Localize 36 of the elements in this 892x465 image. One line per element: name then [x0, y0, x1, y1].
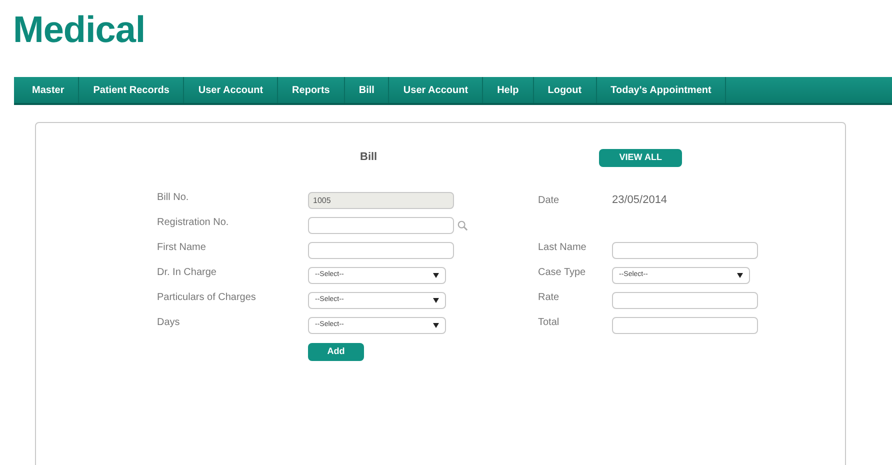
- field-label: Particulars of Charges: [157, 291, 257, 305]
- input-field[interactable]: [308, 242, 454, 259]
- field-label: Last Name: [538, 241, 588, 255]
- input-field[interactable]: [612, 317, 758, 334]
- nav-item[interactable]: Master: [18, 77, 80, 103]
- field-label: Days: [157, 316, 181, 330]
- input-field[interactable]: [612, 292, 758, 309]
- nav-item[interactable]: Help: [483, 77, 534, 103]
- date-value: 23/05/2014: [612, 193, 668, 208]
- nav-item[interactable]: Logout: [534, 77, 597, 103]
- add-button[interactable]: Add: [308, 342, 364, 361]
- nav-item[interactable]: Patient Records: [79, 77, 184, 103]
- bill-number-field[interactable]: 1005: [308, 192, 454, 209]
- form-title: Bill: [360, 150, 378, 166]
- nav-item[interactable]: Reports: [278, 77, 345, 103]
- nav-item[interactable]: User Account: [389, 77, 484, 103]
- search-icon[interactable]: [457, 220, 468, 231]
- nav-item[interactable]: Bill: [344, 77, 390, 103]
- field-label: Total: [538, 316, 560, 330]
- field-label: Date: [538, 194, 560, 208]
- input-field[interactable]: [612, 242, 758, 259]
- nav-item[interactable]: User Account: [184, 77, 278, 103]
- field-label: Registration No.: [157, 216, 230, 230]
- input-field[interactable]: [308, 217, 454, 234]
- nav-item[interactable]: Today's Appointment: [596, 77, 726, 103]
- logo: Medical: [13, 9, 146, 50]
- caret-icon: [433, 323, 439, 328]
- caret-icon: [433, 273, 439, 278]
- field-label: Case Type: [538, 266, 587, 280]
- caret-icon: [737, 273, 743, 278]
- field-label: First Name: [157, 241, 207, 255]
- field-label: Rate: [538, 291, 560, 305]
- field-label: Dr. In Charge: [157, 266, 218, 280]
- field-label: Bill No.: [157, 191, 190, 205]
- caret-icon: [433, 298, 439, 303]
- view-all-button[interactable]: VIEW ALL: [599, 148, 682, 166]
